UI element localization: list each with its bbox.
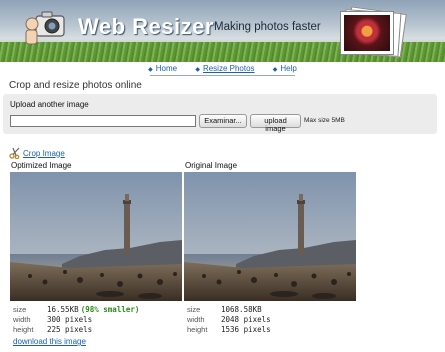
optimized-image: [10, 172, 182, 301]
crop-image-link[interactable]: Crop Image: [9, 147, 65, 159]
brand-title: Web Resizer: [78, 14, 214, 39]
original-size: 1068.58KB: [221, 305, 262, 314]
bullet-icon: ◆: [272, 67, 278, 73]
bullet-icon: ◆: [148, 67, 153, 73]
original-image-label: Original Image: [185, 161, 238, 170]
stat-row-size: size 1068.58KB: [187, 305, 262, 314]
tagline: Making photos faster: [214, 21, 321, 33]
nav-item-help[interactable]: ◆ Help: [273, 64, 297, 73]
bullet-icon: ◆: [195, 67, 200, 73]
scissors-icon: [9, 147, 20, 159]
optimized-width: 300 pixels: [47, 315, 93, 324]
stat-row-width: width 300 pixels: [13, 315, 93, 324]
stat-row-height: height 225 pixels: [13, 325, 93, 334]
page-title: Crop and resize photos online: [9, 80, 142, 91]
stat-row-size: size 16.55KB (98% smaller): [13, 305, 140, 314]
saving-badge: (98% smaller): [80, 305, 140, 314]
optimized-stats: size 16.55KB (98% smaller) width 300 pixel…: [13, 305, 139, 335]
nav-divider: [150, 75, 295, 76]
stat-row-height: height 1536 pixels: [187, 325, 271, 334]
optimized-image-label: Optimized Image: [11, 161, 72, 170]
upload-title: Upload another image: [10, 100, 89, 109]
download-image-link[interactable]: download this image: [13, 337, 86, 346]
nav-item-resize-photos[interactable]: ◆ Resize Photos: [195, 64, 254, 73]
stat-row-width: width 2048 pixels: [187, 315, 271, 324]
nav-item-home[interactable]: ◆ Home: [148, 64, 177, 73]
optimized-size: 16.55KB: [47, 305, 79, 314]
camera-icon: [25, 11, 65, 45]
photo-stack-icon: [340, 6, 407, 58]
upload-image-button[interactable]: upload image: [250, 114, 301, 133]
file-path-input[interactable]: [10, 115, 196, 127]
original-stats: size 1068.58KB width 2048 pixels height 153…: [187, 305, 271, 335]
header-banner: Web Resizer Making photos faster: [0, 0, 445, 62]
crop-image-label: Crop Image: [23, 148, 65, 158]
optimized-height: 225 pixels: [47, 325, 93, 334]
original-width: 2048 pixels: [221, 315, 271, 324]
original-image: [184, 172, 356, 301]
max-size-note: Max size 5MB: [304, 117, 345, 124]
upload-panel: Upload another image Examinar... upload …: [3, 94, 437, 134]
browse-button[interactable]: Examinar...: [199, 114, 247, 128]
original-height: 1536 pixels: [221, 325, 271, 334]
